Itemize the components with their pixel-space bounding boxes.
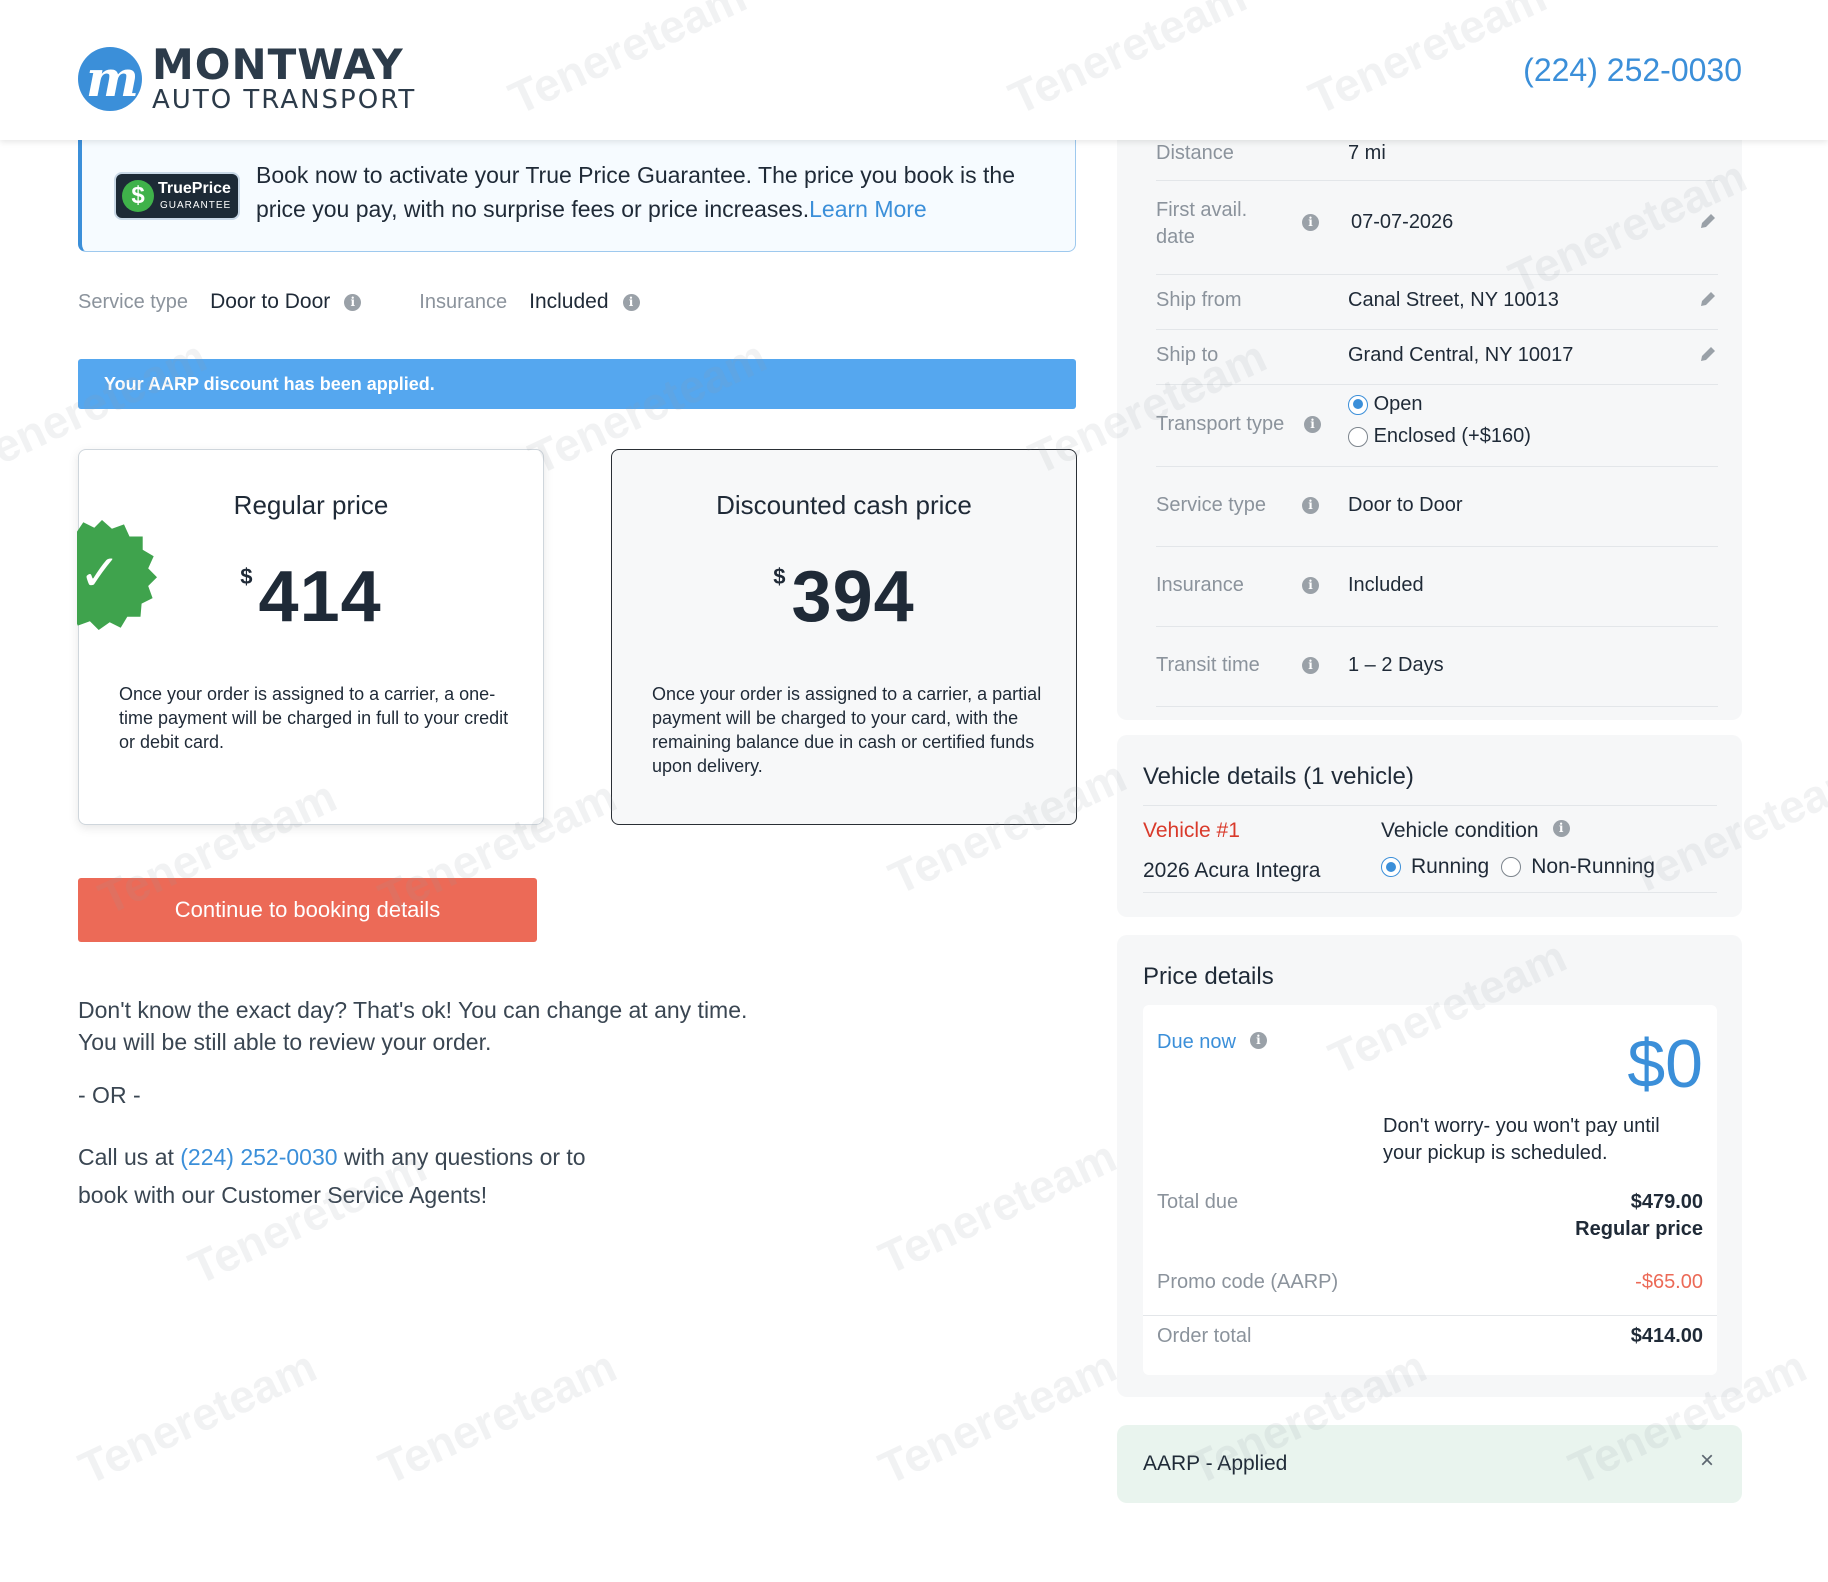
discounted-price-description: Once your order is assigned to a carrier… bbox=[652, 684, 1042, 776]
info-icon[interactable]: i bbox=[1302, 657, 1319, 674]
insurance-row: Insurance i Included bbox=[1156, 547, 1718, 627]
info-icon[interactable]: i bbox=[622, 293, 640, 311]
regular-price-title: Regular price bbox=[233, 490, 389, 520]
price-details-card: Due now i $0 Don't worry- you won't pay u… bbox=[1143, 1005, 1717, 1375]
due-now-note: Don't worry- you won't pay until your pi… bbox=[1383, 1115, 1660, 1164]
vehicle-details-title: Vehicle details (1 vehicle) bbox=[1143, 763, 1414, 790]
service-type-row: Service type i Door to Door bbox=[1156, 467, 1718, 547]
vehicle-details-panel: Vehicle details (1 vehicle) Vehicle #1 2… bbox=[1117, 735, 1742, 917]
price-details-title: Price details bbox=[1143, 963, 1274, 990]
ship-to-row: Ship to Grand Central, NY 10017 bbox=[1156, 330, 1718, 385]
regular-price-card[interactable]: ✓ Regular price $414 Once your order is … bbox=[77, 449, 544, 825]
total-due-amount: $479.00 bbox=[1630, 1191, 1703, 1213]
insurance-label: Insurance bbox=[419, 290, 508, 313]
brand-name: MONTWAY bbox=[152, 40, 404, 89]
info-icon[interactable]: i bbox=[1302, 577, 1319, 594]
non-running-label[interactable]: Non-Running bbox=[1531, 855, 1655, 879]
montway-logo[interactable]: m MONTWAY AUTO TRANSPORT bbox=[78, 44, 416, 114]
watermark: Tenereteam bbox=[370, 1339, 624, 1495]
info-icon[interactable]: i bbox=[1552, 819, 1570, 837]
due-now-amount: $0 bbox=[1627, 1026, 1703, 1102]
vehicle-number: Vehicle #1 bbox=[1143, 819, 1240, 842]
service-summary-row: Service type Door to Door i Insurance In… bbox=[78, 290, 640, 314]
first-avail-date-value[interactable]: 07-07-2026 bbox=[1351, 211, 1453, 234]
transport-open-option[interactable]: Open bbox=[1348, 393, 1423, 416]
ship-from-row: Ship from Canal Street, NY 10013 bbox=[1156, 275, 1718, 330]
running-label[interactable]: Running bbox=[1411, 855, 1489, 879]
watermark: Tenereteam bbox=[870, 1339, 1124, 1495]
pencil-icon[interactable] bbox=[1698, 289, 1718, 309]
true-price-badge: $ TruePrice GUARANTEE bbox=[114, 172, 240, 220]
non-running-radio[interactable] bbox=[1501, 857, 1522, 877]
due-now-label: Due now i bbox=[1157, 1031, 1267, 1054]
or-separator: - OR - bbox=[78, 1082, 141, 1108]
transit-time-row: Transit time i 1 – 2 Days bbox=[1156, 627, 1718, 707]
promo-applied-chip: AARP - Applied × bbox=[1117, 1425, 1742, 1503]
header-phone-link[interactable]: (224) 252-0030 bbox=[1523, 52, 1742, 89]
service-type-label: Service type bbox=[78, 290, 189, 313]
discounted-price-card[interactable]: Discounted cash price $394 Once your ord… bbox=[611, 449, 1077, 825]
discounted-price-title: Discounted cash price bbox=[716, 490, 972, 520]
total-due-subtitle: Regular price bbox=[1575, 1218, 1703, 1240]
vehicle-condition-label: Vehicle condition i bbox=[1381, 819, 1570, 843]
total-due-label: Total due bbox=[1157, 1191, 1239, 1213]
transport-type-row: Transport type i Open Enclosed (+$160) bbox=[1156, 385, 1718, 467]
pencil-icon[interactable] bbox=[1698, 211, 1718, 231]
promo-code-label: Promo code (AARP) bbox=[1157, 1271, 1339, 1293]
service-type-value: Door to Door bbox=[210, 290, 331, 313]
watermark: Tenereteam bbox=[70, 1339, 324, 1495]
price-details-panel: Price details Due now i $0 Don't worry- y… bbox=[1117, 935, 1742, 1397]
brand-subtitle: AUTO TRANSPORT bbox=[152, 85, 417, 115]
true-price-guarantee-banner: $ TruePrice GUARANTEE Book now to activa… bbox=[78, 140, 1076, 252]
promo-code-amount: -$65.00 bbox=[1635, 1271, 1703, 1293]
discount-applied-banner: Your AARP discount has been applied. bbox=[78, 359, 1076, 409]
info-icon[interactable]: i bbox=[1302, 497, 1319, 514]
guarantee-text: Book now to activate your True Price Gua… bbox=[256, 162, 1015, 222]
transport-enclosed-option[interactable]: Enclosed (+$160) bbox=[1348, 425, 1531, 448]
first-avail-date-row: First avail. date i 07-07-2026 bbox=[1156, 181, 1718, 275]
info-icon[interactable]: i bbox=[1249, 1032, 1267, 1050]
info-icon[interactable]: i bbox=[1304, 416, 1321, 433]
order-summary-panel: Distance 7 mi First avail. date i 07-07-… bbox=[1117, 140, 1742, 720]
site-header: m MONTWAY AUTO TRANSPORT (224) 252-0030 bbox=[0, 0, 1828, 140]
montway-logo-mark: m bbox=[78, 47, 142, 111]
insurance-value: Included bbox=[529, 290, 609, 313]
running-radio[interactable] bbox=[1381, 857, 1401, 877]
discounted-price-amount: $394 bbox=[773, 557, 915, 637]
regular-price-description: Once your order is assigned to a carrier… bbox=[119, 684, 509, 752]
learn-more-link[interactable]: Learn More bbox=[809, 196, 927, 222]
radio-selected[interactable] bbox=[1348, 394, 1368, 415]
watermark: Tenereteam bbox=[870, 1129, 1124, 1285]
order-total-label: Order total bbox=[1157, 1325, 1252, 1347]
vehicle-condition-options: Running Non-Running bbox=[1381, 855, 1655, 879]
help-text: Don't know the exact day? That's ok! You… bbox=[78, 997, 748, 1055]
regular-price-amount: $414 bbox=[240, 557, 382, 637]
ship-from-value[interactable]: Canal Street, NY 10013 bbox=[1348, 289, 1559, 312]
promo-applied-text: AARP - Applied bbox=[1143, 1452, 1288, 1475]
radio-unselected[interactable] bbox=[1348, 426, 1368, 447]
order-total-amount: $414.00 bbox=[1630, 1325, 1703, 1347]
call-phone-link[interactable]: (224) 252-0030 bbox=[180, 1144, 337, 1170]
info-icon[interactable]: i bbox=[344, 293, 362, 311]
continue-booking-button[interactable]: Continue to booking details bbox=[78, 878, 537, 942]
close-icon[interactable]: × bbox=[1700, 1449, 1714, 1473]
info-icon[interactable]: i bbox=[1302, 214, 1319, 231]
vehicle-name: 2026 Acura Integra bbox=[1143, 859, 1321, 882]
distance-row: Distance 7 mi bbox=[1156, 140, 1718, 181]
dollar-icon: $ bbox=[122, 180, 154, 212]
call-us-text: Call us at (224) 252-0030 with any quest… bbox=[78, 1144, 586, 1208]
pencil-icon[interactable] bbox=[1698, 344, 1718, 364]
ship-to-value[interactable]: Grand Central, NY 10017 bbox=[1348, 344, 1573, 367]
